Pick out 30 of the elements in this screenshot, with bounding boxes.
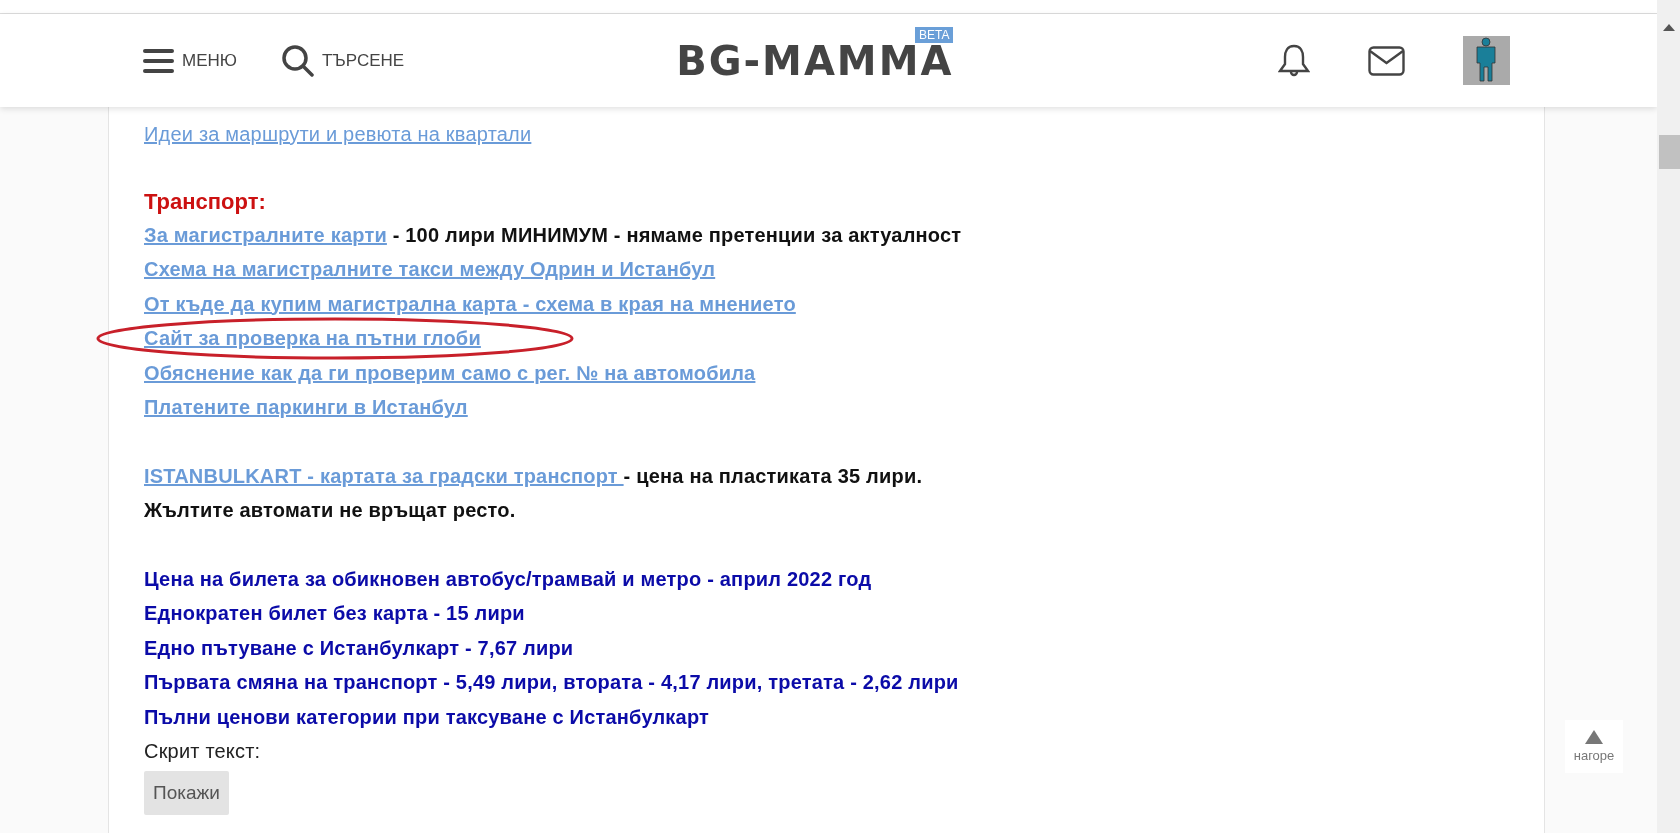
menu-icon: [143, 47, 174, 74]
price-text: Пълни ценови категории при таксуване с Истанбулкарт: [144, 705, 710, 728]
back-to-top-button[interactable]: нагоре: [1565, 720, 1623, 773]
link[interactable]: Схема на магистралните такси между Одрин и Истанбул: [144, 258, 716, 280]
link[interactable]: От къде да купим магистрална карта - схема в края на мнението: [144, 292, 796, 315]
link[interactable]: Идеи за маршрути и ревюта на квартали: [144, 123, 532, 145]
price-text: Едно пътуване с Истанбулкарт - 7,67 лири: [144, 636, 574, 659]
text: - цена на пластиката 35 лири.: [623, 464, 923, 487]
search-button[interactable]: ТЪРСЕНЕ: [281, 44, 405, 77]
hidden-text-label: Скрит текст:: [144, 740, 261, 762]
link[interactable]: За магистралните карти: [144, 223, 387, 246]
text: Жълтите автомати не връщат ресто.: [144, 499, 516, 521]
price-text: Цена на билета за обикновен автобус/трамвай и метро - април 2022 год: [144, 567, 872, 590]
search-icon: [281, 44, 314, 77]
price-text: Еднократен билет без карта - 15 лири: [144, 602, 525, 624]
scroll-up-icon[interactable]: [1662, 24, 1675, 31]
price-text: Първата смяна на транспорт - 5,49 лири, втората - 4,17 лири, третата - 2,62 лири: [144, 671, 959, 693]
link[interactable]: Платените паркинги в Истанбул: [144, 396, 468, 418]
bell-icon[interactable]: [1278, 42, 1310, 79]
beta-badge: BETA: [915, 26, 954, 43]
menu-button[interactable]: МЕНЮ: [143, 47, 237, 74]
link[interactable]: Обяснение как да ги проверим само с рег. № на автомобила: [144, 361, 756, 384]
text: - 100 лири МИНИМУМ - нямаме претенции за актуалност: [391, 223, 962, 246]
section-title: Транспорт:: [144, 187, 267, 216]
up-arrow-icon: [1585, 730, 1603, 744]
link[interactable]: ISTANBULKART - картата за градски транспорт: [144, 464, 624, 487]
scrollbar-thumb[interactable]: [1659, 135, 1680, 169]
show-button[interactable]: Покажи: [144, 770, 229, 815]
mail-icon[interactable]: [1368, 45, 1405, 76]
site-logo[interactable]: BG-MAMMA: [676, 40, 954, 81]
